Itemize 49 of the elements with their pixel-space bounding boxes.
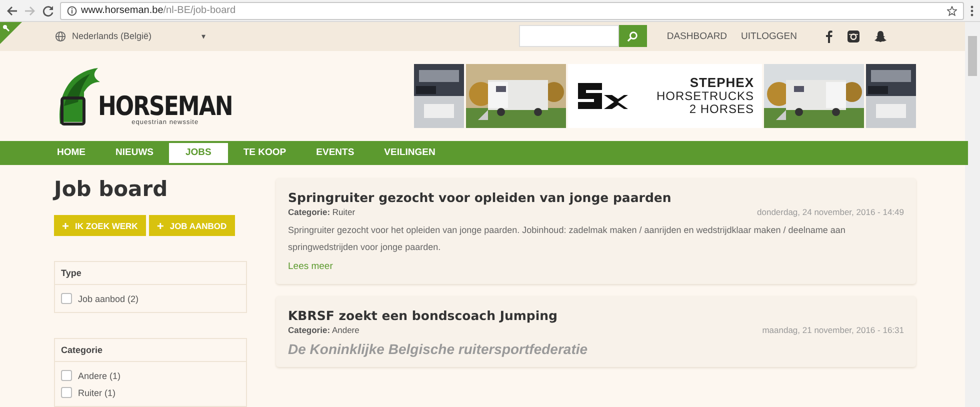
- job-date: maandag, 21 november, 2016 - 16:31: [762, 325, 904, 335]
- instagram-icon[interactable]: [847, 30, 860, 43]
- job-title[interactable]: Springruiter gezocht voor opleiden van jonge paarden: [288, 190, 904, 205]
- address-bar[interactable]: www.horseman.be/nl-BE/job-board: [60, 2, 964, 20]
- filter-title: Type: [55, 262, 246, 285]
- filter-title: Categorie: [55, 339, 246, 362]
- job-title[interactable]: KBRSF zoekt een bondscoach Jumping: [288, 308, 904, 323]
- facebook-icon[interactable]: [825, 30, 833, 43]
- url-path: /nl-BE/job-board: [163, 5, 236, 16]
- banner-text: STEPHEX: [690, 76, 754, 90]
- filter-option[interactable]: Job aanbod (2): [78, 294, 139, 304]
- checkbox[interactable]: [61, 370, 72, 381]
- top-link[interactable]: DASHBOARD: [666, 30, 728, 42]
- banner-text: 2 HORSES: [689, 102, 754, 116]
- filter-option[interactable]: Andere (1): [78, 370, 121, 380]
- nav-tab[interactable]: JOBS: [168, 142, 228, 163]
- star-icon[interactable]: [947, 6, 957, 16]
- admin-corner-icon[interactable]: [0, 22, 22, 44]
- globe-icon: [55, 30, 66, 42]
- search-button[interactable]: [618, 25, 647, 48]
- job-summary-heading: De Koninklijke Belgische ruitersportfederatie: [288, 341, 589, 357]
- scrollbar[interactable]: [965, 22, 980, 407]
- job-summary: Springruiter gezocht voor het opleiden van jonge paarden. Jobinhoud: zadelmak maken / aanrijden en wedstrijdklaar maken / deelname aan springwedstrijden voor jonge paarden.: [288, 224, 846, 254]
- nav-tab[interactable]: NIEUWS: [100, 140, 168, 165]
- ghost-icon[interactable]: [874, 30, 887, 43]
- job-category: Categorie: Ruiter: [288, 207, 356, 217]
- advertisement-banner[interactable]: STEPHEX HORSETRUCKS 2 HORSES: [414, 64, 916, 128]
- page-title: Job board: [54, 177, 168, 201]
- back-icon[interactable]: [6, 4, 18, 16]
- menu-icon[interactable]: [970, 4, 974, 16]
- dropdown-caret[interactable]: ▾: [202, 32, 206, 41]
- job-category: Categorie: Andere: [288, 325, 360, 335]
- job-date: donderdag, 24 november, 2016 - 14:49: [757, 207, 904, 217]
- reload-icon[interactable]: [42, 4, 54, 16]
- nav-tab[interactable]: VEILINGEN: [369, 140, 450, 165]
- filter-option[interactable]: Ruiter (1): [78, 388, 116, 398]
- top-link[interactable]: UITLOGGEN: [741, 30, 797, 42]
- language-selector[interactable]: Nederlands (België): [72, 31, 152, 42]
- banner-text: HORSETRUCKS: [656, 90, 754, 103]
- search-icon: [627, 30, 638, 42]
- nav-tab[interactable]: TE KOOP: [228, 140, 302, 165]
- checkbox[interactable]: [61, 293, 72, 304]
- forward-icon[interactable]: [24, 4, 36, 16]
- checkbox[interactable]: [61, 387, 72, 398]
- info-icon: [67, 6, 77, 16]
- search-field[interactable]: [518, 25, 619, 48]
- url-host: www.horseman.be: [81, 5, 164, 16]
- nav-tab[interactable]: EVENTS: [301, 140, 370, 165]
- nav-tab[interactable]: HOME: [42, 140, 100, 165]
